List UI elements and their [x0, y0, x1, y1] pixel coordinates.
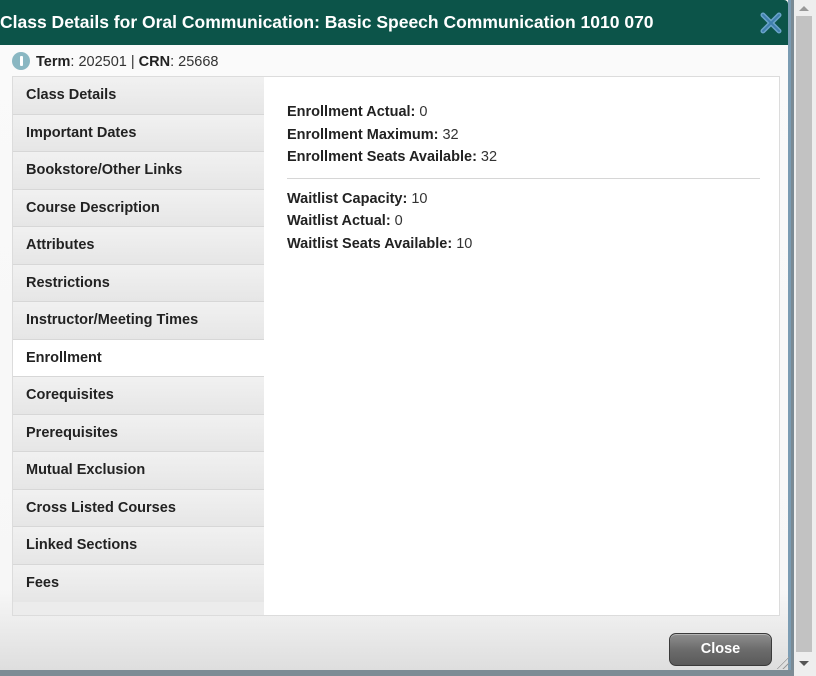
- nav-item-restrictions[interactable]: Restrictions: [13, 264, 264, 302]
- nav-item-important-dates[interactable]: Important Dates: [13, 114, 264, 152]
- term-label: Term: [36, 54, 71, 70]
- waitlist-capacity: Waitlist Capacity: 10: [287, 188, 760, 211]
- crn-value: : 25668: [170, 54, 219, 70]
- nav-item-instructor-meeting-times[interactable]: Instructor/Meeting Times: [13, 302, 264, 340]
- waitlist-seats-available: Waitlist Seats Available: 10: [287, 233, 760, 256]
- waitlist-actual: Waitlist Actual: 0: [287, 210, 760, 233]
- nav-item-fees[interactable]: Fees: [13, 564, 264, 602]
- scroll-down-arrow-icon[interactable]: [799, 661, 809, 666]
- nav-item-attributes[interactable]: Attributes: [13, 227, 264, 265]
- details-panel: Class Details Important Dates Bookstore/…: [12, 76, 780, 616]
- field-value: 0: [390, 213, 403, 229]
- field-label: Enrollment Actual:: [287, 104, 416, 120]
- field-value: 32: [476, 149, 498, 165]
- field-value: 10: [452, 235, 473, 252]
- close-button[interactable]: Close: [669, 633, 772, 666]
- enrollment-content: Enrollment Actual: 0 Enrollment Maximum:…: [287, 101, 760, 255]
- field-value: 10: [407, 190, 428, 207]
- scroll-up-arrow-icon[interactable]: [799, 6, 809, 11]
- nav-item-linked-sections[interactable]: Linked Sections: [13, 527, 264, 565]
- info-icon: [12, 52, 30, 70]
- scroll-thumb[interactable]: [796, 16, 812, 652]
- nav-item-class-details[interactable]: Class Details: [13, 77, 264, 115]
- background-page: [0, 670, 794, 676]
- nav-item-cross-listed-courses[interactable]: Cross Listed Courses: [13, 489, 264, 527]
- dialog-title: Class Details for Oral Communication: Ba…: [0, 12, 654, 32]
- close-x-icon[interactable]: [760, 12, 782, 34]
- enrollment-maximum: Enrollment Maximum: 32: [287, 124, 760, 147]
- field-value: 0: [415, 104, 428, 120]
- field-value: 32: [438, 126, 459, 143]
- term-value: : 202501 |: [70, 54, 139, 70]
- enrollment-seats-available: Enrollment Seats Available: 32: [287, 146, 760, 169]
- field-label: Enrollment Seats Available:: [287, 149, 477, 165]
- enrollment-actual: Enrollment Actual: 0: [287, 101, 760, 124]
- nav-item-prerequisites[interactable]: Prerequisites: [13, 414, 264, 452]
- section-divider: [287, 177, 760, 179]
- nav-item-corequisites[interactable]: Corequisites: [13, 377, 264, 415]
- nav-item-enrollment[interactable]: Enrollment: [13, 339, 264, 377]
- nav-item-course-description[interactable]: Course Description: [13, 189, 264, 227]
- nav-item-bookstore-other-links[interactable]: Bookstore/Other Links: [13, 152, 264, 190]
- resize-grip-icon[interactable]: [775, 655, 789, 669]
- details-nav: Class Details Important Dates Bookstore/…: [13, 77, 264, 615]
- crn-label: CRN: [138, 54, 171, 70]
- page-scrollbar[interactable]: [794, 0, 816, 676]
- term-crn-info: Term: 202501 | CRN: 25668: [12, 52, 218, 70]
- field-label: Waitlist Seats Available:: [287, 235, 453, 252]
- class-details-dialog: Class Details for Oral Communication: Ba…: [0, 0, 791, 670]
- nav-item-mutual-exclusion[interactable]: Mutual Exclusion: [13, 452, 264, 490]
- dialog-titlebar[interactable]: Class Details for Oral Communication: Ba…: [0, 0, 788, 45]
- field-label: Waitlist Actual:: [287, 213, 391, 229]
- field-label: Waitlist Capacity:: [287, 190, 408, 207]
- field-label: Enrollment Maximum:: [287, 126, 439, 143]
